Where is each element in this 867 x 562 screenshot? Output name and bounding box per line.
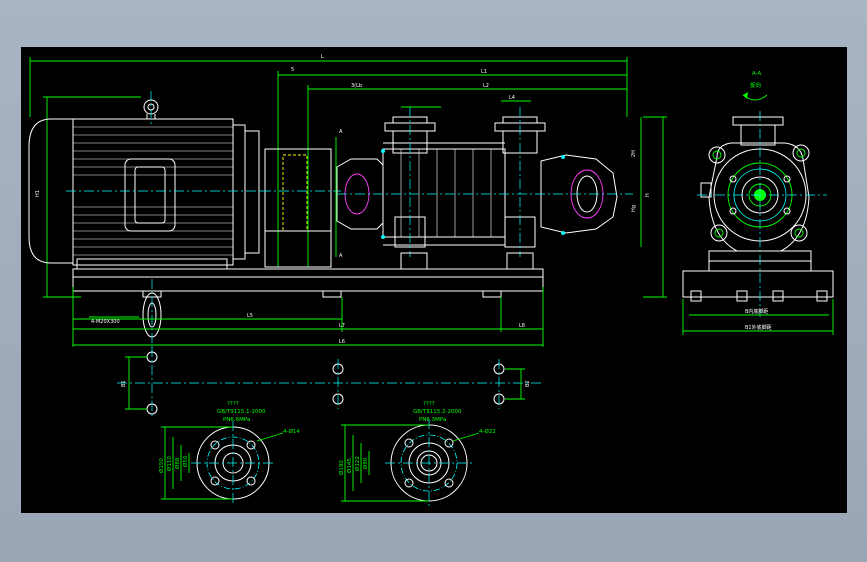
flange-right-code: ???? (423, 401, 435, 407)
dim-l5-base: L5 (247, 313, 253, 319)
flange-right-pcd: Ø145 (346, 458, 353, 473)
drawing-canvas[interactable]: L 5 L1 3(Lb L2 L4 H1 H 2H Hg A A L5 L7 L… (21, 47, 847, 513)
flange-right-bore: Ø80 (362, 457, 369, 469)
section-view-aa: A-A 旋向 B内底脚距 B1外底脚距 (682, 71, 834, 335)
flange-right-outer: Ø190 (338, 460, 345, 475)
section-mark-a-bottom: A (339, 253, 343, 259)
dim-h1: H1 (35, 190, 41, 197)
bolt-hole-plan: B1 B2 (117, 347, 541, 419)
flange-left: ???? GB/T9115.1-2000 PN6.6MPa 4-Ø14 Ø150… (158, 401, 300, 505)
flange-left-raised: Ø88 (174, 457, 181, 469)
cad-drawing: L 5 L1 3(Lb L2 L4 H1 H 2H Hg A A L5 L7 L… (28, 54, 834, 507)
dim-l6: L6 (339, 339, 345, 345)
dim-l2: L2 (483, 83, 489, 89)
flange-left-pressure: PN6.6MPa (223, 417, 250, 423)
motor (28, 91, 261, 270)
baseplate (72, 252, 544, 352)
dim-l1: L1 (481, 69, 487, 75)
pump (336, 107, 633, 257)
dim-2h: 2H (631, 150, 637, 157)
flange-right: ???? GB/T9115.2-2000 PN6.3MPa 4-Ø22 Ø190… (338, 401, 496, 507)
section-mark-a-top: A (339, 129, 343, 135)
dim-l7: L7 (339, 323, 345, 329)
base-dim-outer: B1外底脚距 (745, 324, 772, 331)
flange-right-standard: GB/T9115.2-2000 (413, 409, 462, 415)
flange-right-pressure: PN6.3MPa (419, 417, 446, 423)
flange-left-standard: GB/T9115.1-2000 (217, 409, 266, 415)
section-title: A-A (752, 71, 762, 77)
dim-hg: Hg (631, 205, 637, 212)
flange-right-holes: 4-Ø22 (479, 428, 496, 435)
flange-left-code: ???? (227, 401, 239, 407)
viewer-background: L 5 L1 3(Lb L2 L4 H1 H 2H Hg A A L5 L7 L… (0, 0, 867, 562)
flange-left-holes: 4-Ø14 (283, 428, 300, 435)
flange-left-pcd: Ø110 (166, 456, 173, 471)
foundation-bolt-label: 4-M20X300 (91, 319, 120, 325)
section-subtitle: 旋向 (750, 81, 761, 89)
dim-l4: L4 (509, 95, 515, 101)
coupling-guard (261, 148, 341, 268)
flange-left-bore: Ø50 (182, 455, 189, 467)
dim-l5: 5 (291, 67, 294, 73)
right-vertical-dimensions: H 2H Hg (631, 116, 667, 298)
flange-right-raised: Ø122 (354, 456, 361, 471)
base-dim-inner: B内底脚距 (745, 308, 768, 315)
flange-left-outer: Ø150 (158, 458, 165, 473)
dim-h: H (645, 193, 651, 197)
top-dimensions: L 5 L1 3(Lb L2 L4 (29, 54, 628, 267)
dim-b2: B2 (525, 380, 531, 387)
dim-l3: 3(Lb (351, 83, 362, 89)
motor-terminal-box (124, 158, 176, 232)
dim-b1: B1 (121, 380, 127, 387)
dim-l8: L8 (519, 323, 525, 329)
dim-overall-length: L (321, 54, 324, 60)
